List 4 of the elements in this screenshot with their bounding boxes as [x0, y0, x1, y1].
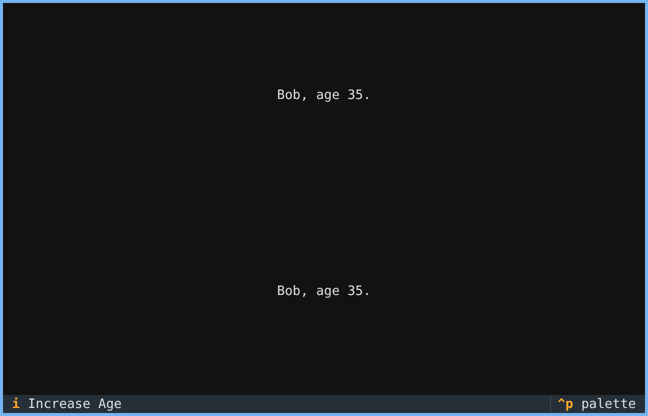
person-label: Bob, age 35. [277, 285, 371, 298]
key-binding[interactable]: i Increase Age [3, 398, 131, 410]
palette-button[interactable]: ^p palette [550, 395, 645, 413]
person-label: Bob, age 35. [277, 89, 371, 102]
